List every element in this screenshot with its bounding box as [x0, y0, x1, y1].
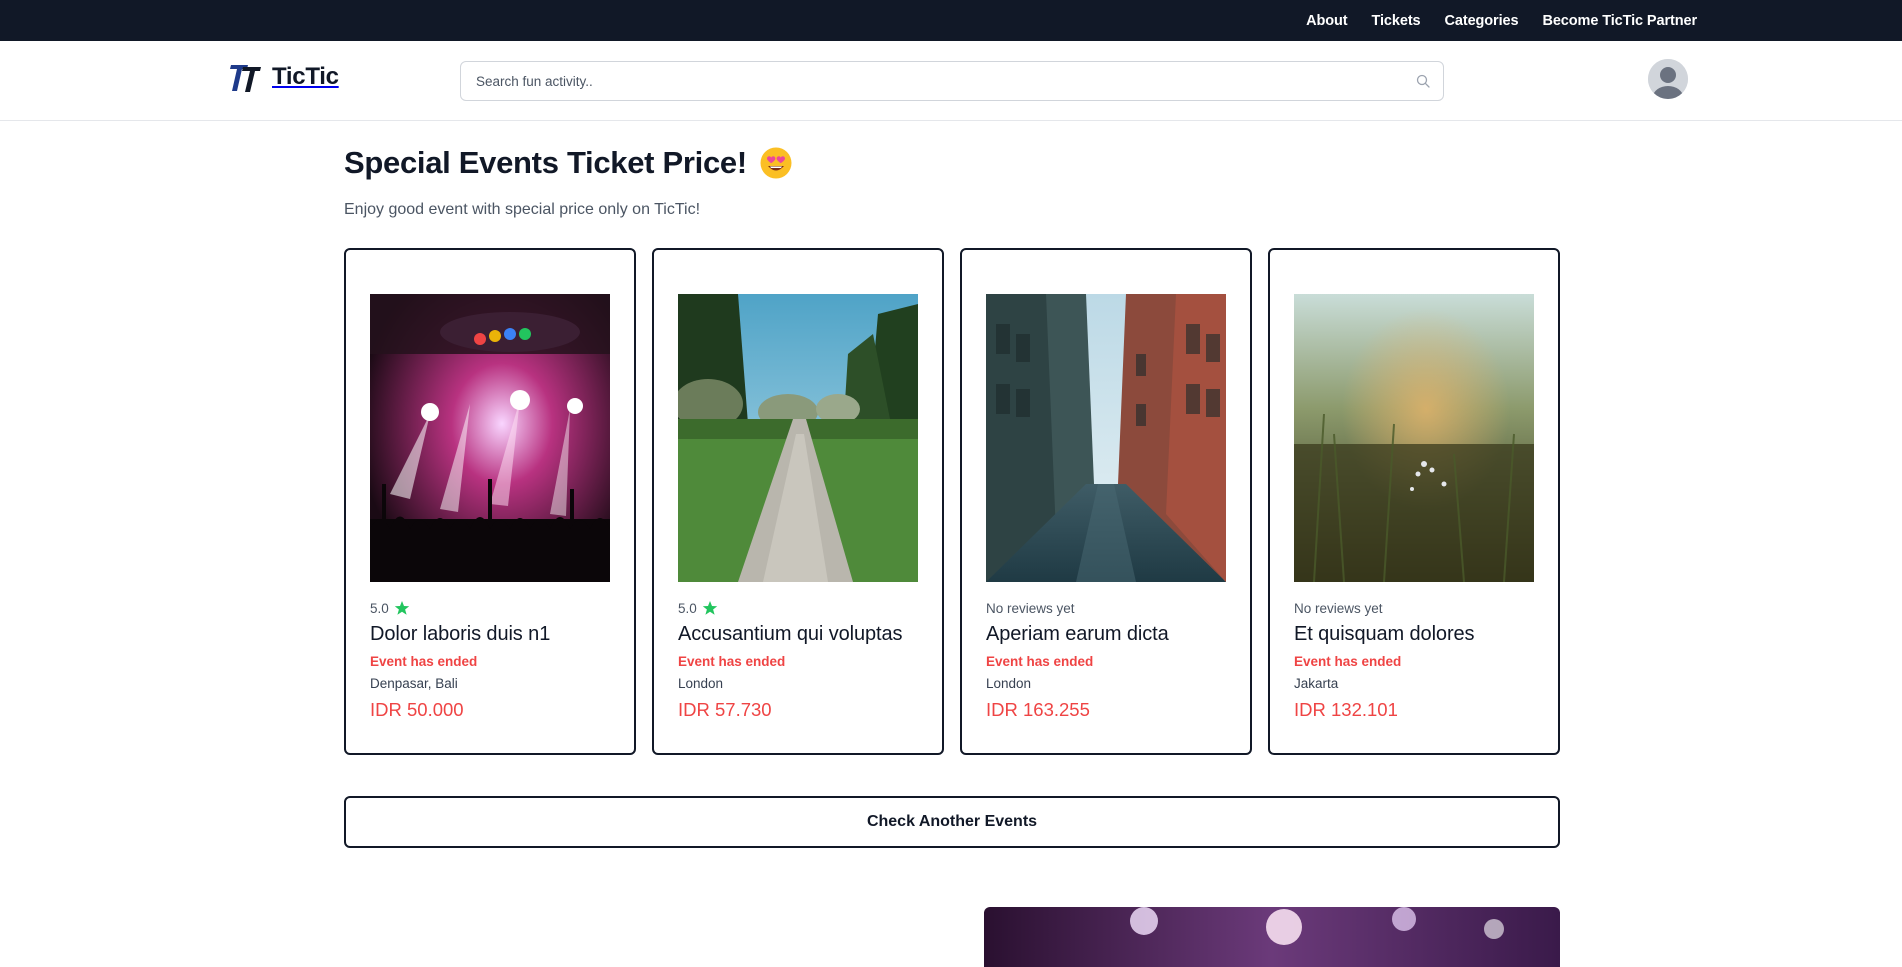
nav-categories-link[interactable]: Categories: [1445, 13, 1519, 29]
event-card[interactable]: 5.0 Accusantium qui voluptas Event has e…: [652, 248, 944, 755]
nav-about-link[interactable]: About: [1306, 13, 1347, 29]
section-subtitle: Enjoy good event with special price only…: [344, 201, 701, 218]
event-card[interactable]: 5.0 Dolor laboris duis n1 Event has ende…: [344, 248, 636, 755]
event-title[interactable]: Aperiam earum dicta: [986, 623, 1226, 646]
event-card[interactable]: No reviews yet Aperiam earum dicta Event…: [960, 248, 1252, 755]
star-icon: [702, 601, 717, 615]
event-status: Event has ended: [678, 654, 786, 669]
event-price: IDR 163.255: [986, 699, 1090, 720]
rating-value: No reviews yet: [986, 600, 1075, 616]
promo-banner-image: [984, 907, 1560, 967]
rating-value: 5.0: [370, 600, 389, 616]
event-rating: 5.0: [678, 599, 918, 617]
rating-value: No reviews yet: [1294, 600, 1383, 616]
event-rating: No reviews yet: [1294, 599, 1534, 617]
check-another-events-button[interactable]: Check Another Events: [344, 796, 1560, 848]
event-location: Denpasar, Bali: [370, 676, 458, 691]
event-price: IDR 57.730: [678, 699, 772, 720]
event-location: London: [986, 676, 1032, 691]
section-title: Special Events Ticket Price!: [344, 145, 747, 180]
search-icon[interactable]: [1415, 73, 1431, 89]
event-card[interactable]: No reviews yet Et quisquam dolores Event…: [1268, 248, 1560, 755]
rating-value: 5.0: [678, 600, 697, 616]
event-status: Event has ended: [986, 654, 1094, 669]
event-location: Jakarta: [1294, 676, 1339, 691]
heart-eyes-emoji-icon: [760, 147, 792, 179]
user-avatar-icon: [1648, 59, 1688, 99]
site-header: TicTic: [0, 41, 1902, 121]
event-image-park-path: [678, 294, 918, 582]
event-title[interactable]: Et quisquam dolores: [1294, 623, 1534, 646]
event-status: Event has ended: [370, 654, 478, 669]
nav-partner-link[interactable]: Become TicTic Partner: [1542, 13, 1697, 29]
brand-logo[interactable]: TicTic: [228, 59, 339, 95]
top-nav: About Tickets Categories Become TicTic P…: [1306, 0, 1697, 41]
event-location: London: [678, 676, 724, 691]
event-card-list: 5.0 Dolor laboris duis n1 Event has ende…: [344, 248, 1560, 755]
event-status: Event has ended: [1294, 654, 1402, 669]
section-heading: Special Events Ticket Price!: [344, 145, 793, 181]
event-price: IDR 50.000: [370, 699, 464, 720]
avatar[interactable]: [1648, 59, 1688, 99]
top-bar: About Tickets Categories Become TicTic P…: [0, 0, 1902, 41]
event-image-meadow: [1294, 294, 1534, 582]
star-icon: [394, 601, 409, 615]
event-image-city-street: [986, 294, 1226, 582]
event-rating: No reviews yet: [986, 599, 1226, 617]
brand-name: TicTic: [272, 63, 339, 90]
event-title[interactable]: Accusantium qui voluptas: [678, 623, 918, 646]
event-price: IDR 132.101: [1294, 699, 1398, 720]
event-image-concert: [370, 294, 610, 582]
tictic-logo-icon: [230, 65, 261, 92]
search-input[interactable]: [461, 62, 1443, 100]
event-rating: 5.0: [370, 599, 610, 617]
event-title[interactable]: Dolor laboris duis n1: [370, 623, 610, 646]
search-box: [460, 61, 1444, 101]
nav-tickets-link[interactable]: Tickets: [1372, 13, 1421, 29]
